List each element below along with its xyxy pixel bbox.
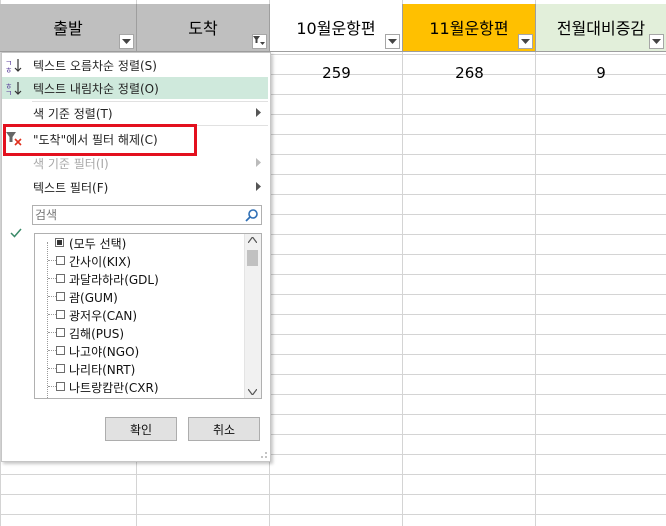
submenu-arrow-icon	[256, 182, 261, 191]
scrollbar-thumb[interactable]	[247, 250, 258, 266]
svg-text:ㅎ: ㅎ	[5, 66, 12, 73]
filter-funnel-icon	[253, 36, 265, 45]
scroll-down-icon[interactable]	[248, 389, 257, 395]
list-item[interactable]: 나리타(NRT)	[35, 360, 245, 378]
menu-item-label: 텍스트 필터(F)	[33, 180, 109, 195]
item-label: 나고야(NGO)	[69, 345, 140, 359]
tree-connector	[48, 332, 56, 333]
sort-descending-icon: ㅎ ㄱ	[5, 82, 22, 96]
list-item[interactable]: 과달라하라(GDL)	[35, 270, 245, 288]
tree-connector	[48, 278, 56, 279]
submenu-arrow-icon	[256, 158, 261, 167]
item-label: (모두 선택)	[69, 237, 127, 251]
header-cell-departure[interactable]: 출발	[0, 4, 137, 52]
list-item[interactable]: 괌(GUM)	[35, 288, 245, 306]
filter-dropdown-button[interactable]	[119, 34, 134, 49]
cell-mom-change[interactable]: 9	[536, 52, 666, 95]
menu-item-label: 색 기준 정렬(T)	[33, 106, 113, 121]
item-checkbox[interactable]	[55, 238, 64, 247]
item-checkbox[interactable]	[56, 364, 65, 373]
check-icon	[10, 228, 22, 238]
menu-item-sort-descending[interactable]: ㅎ ㄱ 텍스트 내림차순 정렬(O)	[2, 77, 268, 99]
menu-item-filter-by-color: 색 기준 필터(I)	[2, 152, 268, 174]
menu-item-label: "도착"에서 필터 해제(C)	[33, 132, 158, 147]
filter-dropdown-button[interactable]	[518, 34, 533, 49]
search-field[interactable]	[32, 205, 262, 225]
submenu-arrow-icon	[256, 108, 261, 117]
item-label: 간사이(KIX)	[69, 255, 132, 269]
header-label: 도착	[188, 18, 218, 38]
tree-connector	[48, 368, 56, 369]
tree-connector	[48, 350, 56, 351]
item-checkbox[interactable]	[56, 346, 65, 355]
menu-item-label: 색 기준 필터(I)	[33, 156, 109, 171]
item-checkbox[interactable]	[56, 382, 65, 391]
header-label: 출발	[53, 18, 83, 38]
item-checkbox[interactable]	[56, 274, 65, 283]
chevron-down-icon	[521, 38, 530, 44]
tree-connector	[48, 314, 56, 315]
scrollbar[interactable]	[244, 234, 261, 398]
header-cell-oct-flights[interactable]: 10월운항편	[270, 4, 403, 52]
tree-connector	[48, 386, 56, 387]
menu-separator	[32, 125, 268, 126]
menu-item-text-filter[interactable]: 텍스트 필터(F)	[2, 176, 268, 198]
header-label: 11월운항편	[429, 18, 509, 38]
header-cell-arrival[interactable]: 도착	[137, 4, 270, 52]
item-checkbox[interactable]	[56, 256, 65, 265]
list-item[interactable]: 김해(PUS)	[35, 324, 245, 342]
item-label: 나트랑캄란(CXR)	[69, 381, 159, 395]
filter-dropdown-button[interactable]	[385, 34, 400, 49]
menu-item-label: 텍스트 오름차순 정렬(S)	[33, 58, 157, 73]
tree-connector	[48, 260, 56, 261]
menu-item-sort-by-color[interactable]: 색 기준 정렬(T)	[2, 102, 268, 124]
chevron-down-icon	[652, 38, 661, 44]
search-input[interactable]	[35, 207, 239, 223]
filter-value-list[interactable]: (모두 선택) 간사이(KIX) 과달라하라(GDL) 괌(GUM) 광저우(CAN) 김…	[34, 233, 262, 399]
header-label: 10월운항편	[296, 18, 376, 38]
resize-grip-icon[interactable]	[260, 451, 268, 459]
clear-filter-icon	[6, 132, 22, 146]
item-label: 괌(GUM)	[69, 291, 118, 305]
list-item[interactable]: (모두 선택)	[35, 234, 245, 252]
header-cell-nov-flights[interactable]: 11월운항편	[403, 4, 536, 52]
tree-connector	[48, 296, 56, 297]
item-label: 나리타(NRT)	[69, 363, 136, 377]
list-item[interactable]: 광저우(CAN)	[35, 306, 245, 324]
menu-item-label: 텍스트 내림차순 정렬(O)	[33, 81, 159, 96]
scroll-up-icon[interactable]	[248, 237, 257, 243]
header-cell-mom-change[interactable]: 전월대비증감	[536, 4, 666, 52]
search-icon[interactable]	[245, 208, 259, 222]
item-checkbox[interactable]	[56, 328, 65, 337]
list-item[interactable]: 간사이(KIX)	[35, 252, 245, 270]
menu-item-sort-ascending[interactable]: ㄱ ㅎ 텍스트 오름차순 정렬(S)	[2, 54, 268, 76]
svg-text:ㄱ: ㄱ	[5, 89, 12, 96]
autofilter-menu: ㄱ ㅎ 텍스트 오름차순 정렬(S) ㅎ ㄱ 텍스트 내림차순 정렬(O) 색 …	[1, 52, 271, 462]
item-label: 과달라하라(GDL)	[69, 273, 159, 287]
sort-ascending-icon: ㄱ ㅎ	[5, 59, 22, 73]
chevron-down-icon	[388, 38, 397, 44]
cell-nov-flights[interactable]: 268	[403, 52, 536, 95]
item-label: 광저우(CAN)	[69, 309, 138, 323]
cell-oct-flights[interactable]: 259	[270, 52, 403, 95]
filter-active-button[interactable]	[252, 34, 267, 49]
filter-dropdown-button[interactable]	[649, 34, 664, 49]
ok-button[interactable]: 확인	[105, 417, 177, 441]
cancel-button[interactable]: 취소	[188, 417, 260, 441]
list-item[interactable]: 나고야(NGO)	[35, 342, 245, 360]
item-checkbox[interactable]	[56, 292, 65, 301]
item-label: 김해(PUS)	[69, 327, 125, 341]
item-checkbox[interactable]	[56, 310, 65, 319]
chevron-down-icon	[122, 38, 131, 44]
list-item[interactable]: 나트랑캄란(CXR)	[35, 378, 245, 396]
header-label: 전월대비증감	[556, 18, 646, 38]
menu-item-clear-filter[interactable]: "도착"에서 필터 해제(C)	[2, 128, 268, 150]
